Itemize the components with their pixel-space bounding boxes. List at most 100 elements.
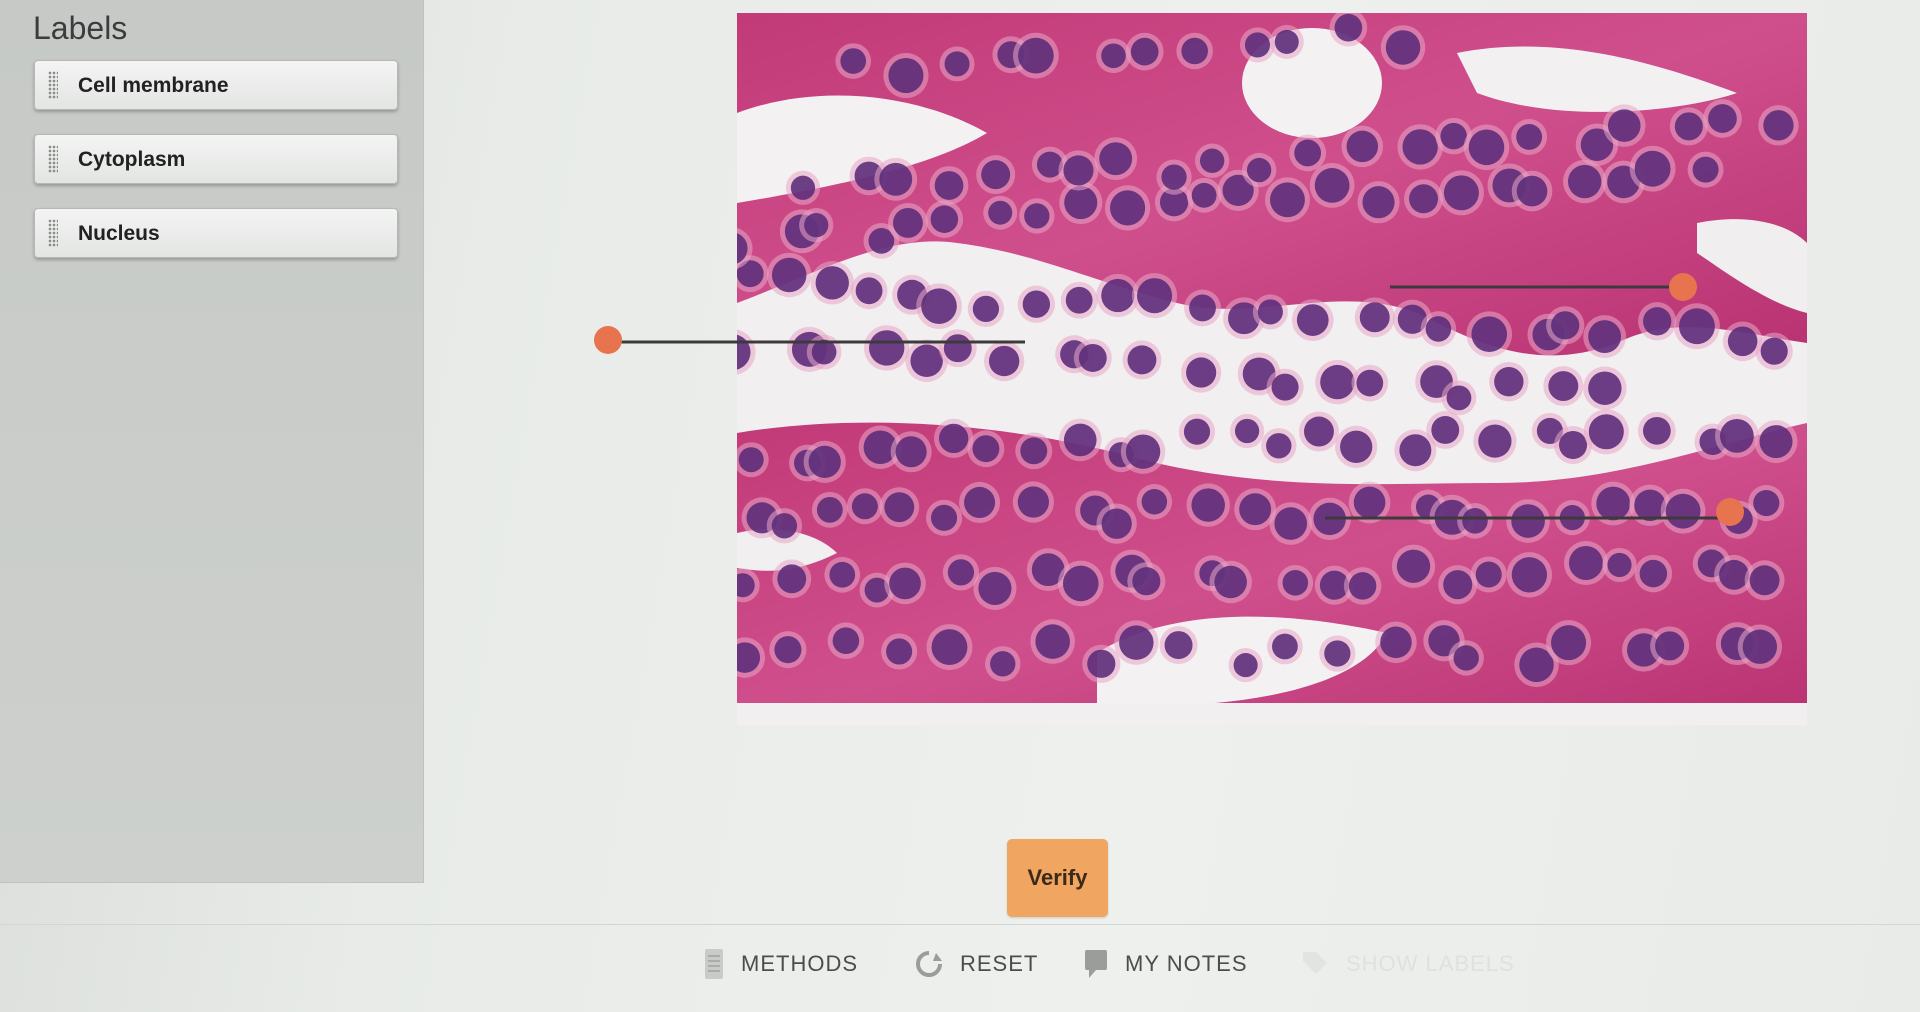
my-notes-label: MY NOTES — [1125, 951, 1248, 976]
cell-nucleus — [811, 339, 837, 365]
cell-nucleus — [1119, 625, 1154, 660]
label-chip-cytoplasm[interactable]: Cytoplasm — [34, 134, 398, 184]
cell-nucleus — [1551, 311, 1580, 340]
cell-nucleus — [1643, 307, 1672, 336]
cell-nucleus — [1132, 567, 1161, 596]
cell-nucleus — [1266, 433, 1292, 459]
cell-nucleus — [921, 288, 957, 325]
cell-nucleus — [1346, 130, 1379, 163]
cell-nucleus — [832, 627, 860, 654]
my-notes-button[interactable]: MY NOTES — [1083, 944, 1248, 984]
cell-nucleus — [1596, 486, 1631, 521]
cell-nucleus — [1063, 423, 1097, 457]
cell-nucleus — [1320, 364, 1355, 400]
drop-target-marker-left[interactable] — [594, 326, 622, 354]
cell-nucleus — [884, 492, 915, 523]
methods-label: METHODS — [741, 951, 858, 976]
cell-nucleus — [1063, 155, 1094, 186]
cell-nucleus — [1359, 302, 1390, 333]
cell-nucleus — [1191, 488, 1225, 522]
cell-nucleus — [972, 435, 1000, 463]
cell-nucleus — [808, 445, 841, 479]
cell-nucleus — [1443, 175, 1479, 211]
show-labels-label: SHOW LABELS — [1346, 951, 1515, 976]
cell-nucleus — [1446, 385, 1472, 411]
cell-nucleus — [1340, 430, 1373, 463]
cell-nucleus — [1020, 437, 1048, 465]
cell-nucleus — [1727, 326, 1758, 357]
label-chip-text: Cell membrane — [78, 74, 229, 97]
cell-nucleus — [978, 571, 1012, 605]
cell-nucleus — [1568, 546, 1603, 581]
cell-nucleus — [777, 564, 807, 594]
cell-nucleus — [1588, 414, 1624, 450]
cell-nucleus — [816, 496, 843, 523]
cell-nucleus — [1443, 570, 1473, 600]
label-chip-cell-membrane[interactable]: Cell membrane — [34, 60, 398, 110]
cell-nucleus — [930, 504, 958, 531]
cell-nucleus — [1161, 164, 1187, 190]
cell-nucleus — [1516, 123, 1543, 150]
cell-nucleus — [1642, 416, 1671, 445]
verify-button[interactable]: Verify — [1007, 839, 1108, 917]
cell-nucleus — [1101, 508, 1132, 539]
cell-nucleus — [1314, 168, 1350, 203]
cell-nucleus — [1551, 625, 1587, 661]
cell-nucleus — [889, 567, 921, 600]
cell-nucleus — [1233, 653, 1258, 678]
cell-nucleus — [1753, 489, 1780, 517]
reset-button[interactable]: RESET — [914, 944, 1038, 984]
cell-nucleus — [1742, 629, 1778, 664]
cell-nucleus — [1516, 175, 1548, 207]
cell-nucleus — [981, 160, 1011, 190]
methods-button[interactable]: METHODS — [703, 944, 858, 984]
cell-nucleus — [1282, 569, 1309, 596]
labels-panel: Labels Cell membrane Cytoplasm Nucleus — [0, 0, 424, 883]
cell-nucleus — [888, 57, 924, 94]
cell-nucleus — [988, 345, 1020, 377]
cell-nucleus — [771, 257, 807, 293]
cell-nucleus — [1588, 320, 1622, 354]
cell-nucleus — [1017, 486, 1049, 518]
cell-nucleus — [774, 636, 802, 664]
cell-nucleus — [1425, 316, 1452, 342]
cell-nucleus — [1189, 294, 1216, 322]
cell-nucleus — [1125, 434, 1161, 469]
cell-nucleus — [1655, 631, 1685, 661]
reset-label: RESET — [960, 951, 1039, 976]
cell-nucleus — [1708, 104, 1737, 133]
cell-nucleus — [1634, 489, 1666, 522]
cell-nucleus — [988, 200, 1013, 225]
label-chip-nucleus[interactable]: Nucleus — [34, 208, 398, 258]
cell-nucleus — [1692, 156, 1719, 183]
cell-nucleus — [1191, 182, 1217, 208]
cell-nucleus — [1558, 430, 1588, 460]
cell-nucleus — [829, 561, 856, 588]
cell-nucleus — [1214, 565, 1247, 599]
micrograph-image — [737, 13, 1807, 725]
labels-panel-title: Labels — [33, 10, 128, 46]
show-labels-button[interactable]: SHOW LABELS — [1300, 944, 1515, 984]
cell-nucleus — [1062, 565, 1099, 602]
cell-nucleus — [1101, 43, 1126, 69]
cell-nucleus — [1164, 631, 1193, 660]
drag-handle-icon[interactable] — [48, 71, 58, 99]
cell-nucleus — [851, 493, 878, 520]
cell-nucleus — [931, 629, 968, 666]
drop-target-marker-upper-right[interactable] — [1669, 273, 1697, 301]
cell-nucleus — [895, 436, 927, 468]
cell-nucleus — [1186, 357, 1217, 388]
drag-handle-icon[interactable] — [48, 145, 58, 173]
cell-nucleus — [1559, 505, 1585, 531]
drop-target-marker-lower-right[interactable] — [1716, 498, 1744, 526]
cell-nucleus — [1270, 182, 1305, 218]
cell-nucleus — [1678, 308, 1715, 345]
cell-nucleus — [840, 48, 867, 74]
cell-nucleus — [869, 330, 905, 366]
cell-nucleus — [1511, 504, 1545, 538]
cell-nucleus — [1719, 419, 1754, 453]
drag-handle-icon[interactable] — [48, 219, 58, 247]
cell-nucleus — [1024, 203, 1050, 229]
cell-nucleus — [1183, 418, 1211, 445]
cell-nucleus — [1136, 278, 1173, 314]
